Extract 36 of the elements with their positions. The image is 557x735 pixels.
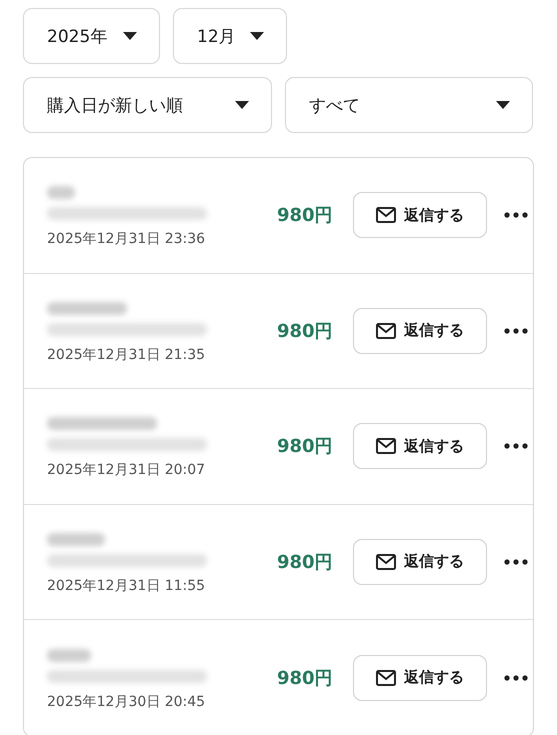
blurred-text <box>47 648 91 662</box>
caret-icon <box>496 101 510 109</box>
purchase-date: 2025年12月31日 11:55 <box>47 576 206 595</box>
reply-button[interactable]: 返信する <box>353 654 487 701</box>
price: 980円 <box>277 666 334 690</box>
purchase-date: 2025年12月31日 21:35 <box>47 346 206 364</box>
blurred-text <box>47 532 105 546</box>
more-icon[interactable] <box>504 558 528 565</box>
dropdown[interactable]: 購入日が新しい順 <box>23 77 272 133</box>
more-icon[interactable] <box>504 328 528 334</box>
more-icon[interactable] <box>504 212 528 218</box>
reply-button[interactable]: 返信する <box>353 308 487 354</box>
reply-button[interactable]: 返信する <box>353 423 487 470</box>
purchase-date: 2025年12月31日 20:07 <box>47 461 206 480</box>
reply-button[interactable]: 返信する <box>353 192 487 238</box>
dropdown[interactable]: すべて <box>285 77 533 133</box>
mail-icon <box>376 322 396 339</box>
price: 980円 <box>277 435 334 458</box>
price: 980円 <box>277 204 334 228</box>
purchase-date: 2025年12月30日 20:45 <box>47 692 206 711</box>
dropdown[interactable]: 12月 <box>173 8 287 64</box>
blurred-text <box>47 186 75 200</box>
price: 980円 <box>277 550 334 574</box>
mail-icon <box>376 207 396 224</box>
purchase-date: 2025年12月31日 23:36 <box>47 230 206 248</box>
caret-icon <box>250 32 264 40</box>
dropdown[interactable]: 2025年 <box>23 8 160 64</box>
caret-icon <box>123 32 137 40</box>
caret-icon <box>235 101 249 109</box>
more-icon[interactable] <box>504 674 528 681</box>
mail-icon <box>376 670 396 686</box>
mail-icon <box>376 438 396 454</box>
mail-icon <box>376 554 396 570</box>
more-icon[interactable] <box>504 443 528 450</box>
price: 980円 <box>277 320 334 343</box>
reply-button[interactable]: 返信する <box>353 538 487 585</box>
